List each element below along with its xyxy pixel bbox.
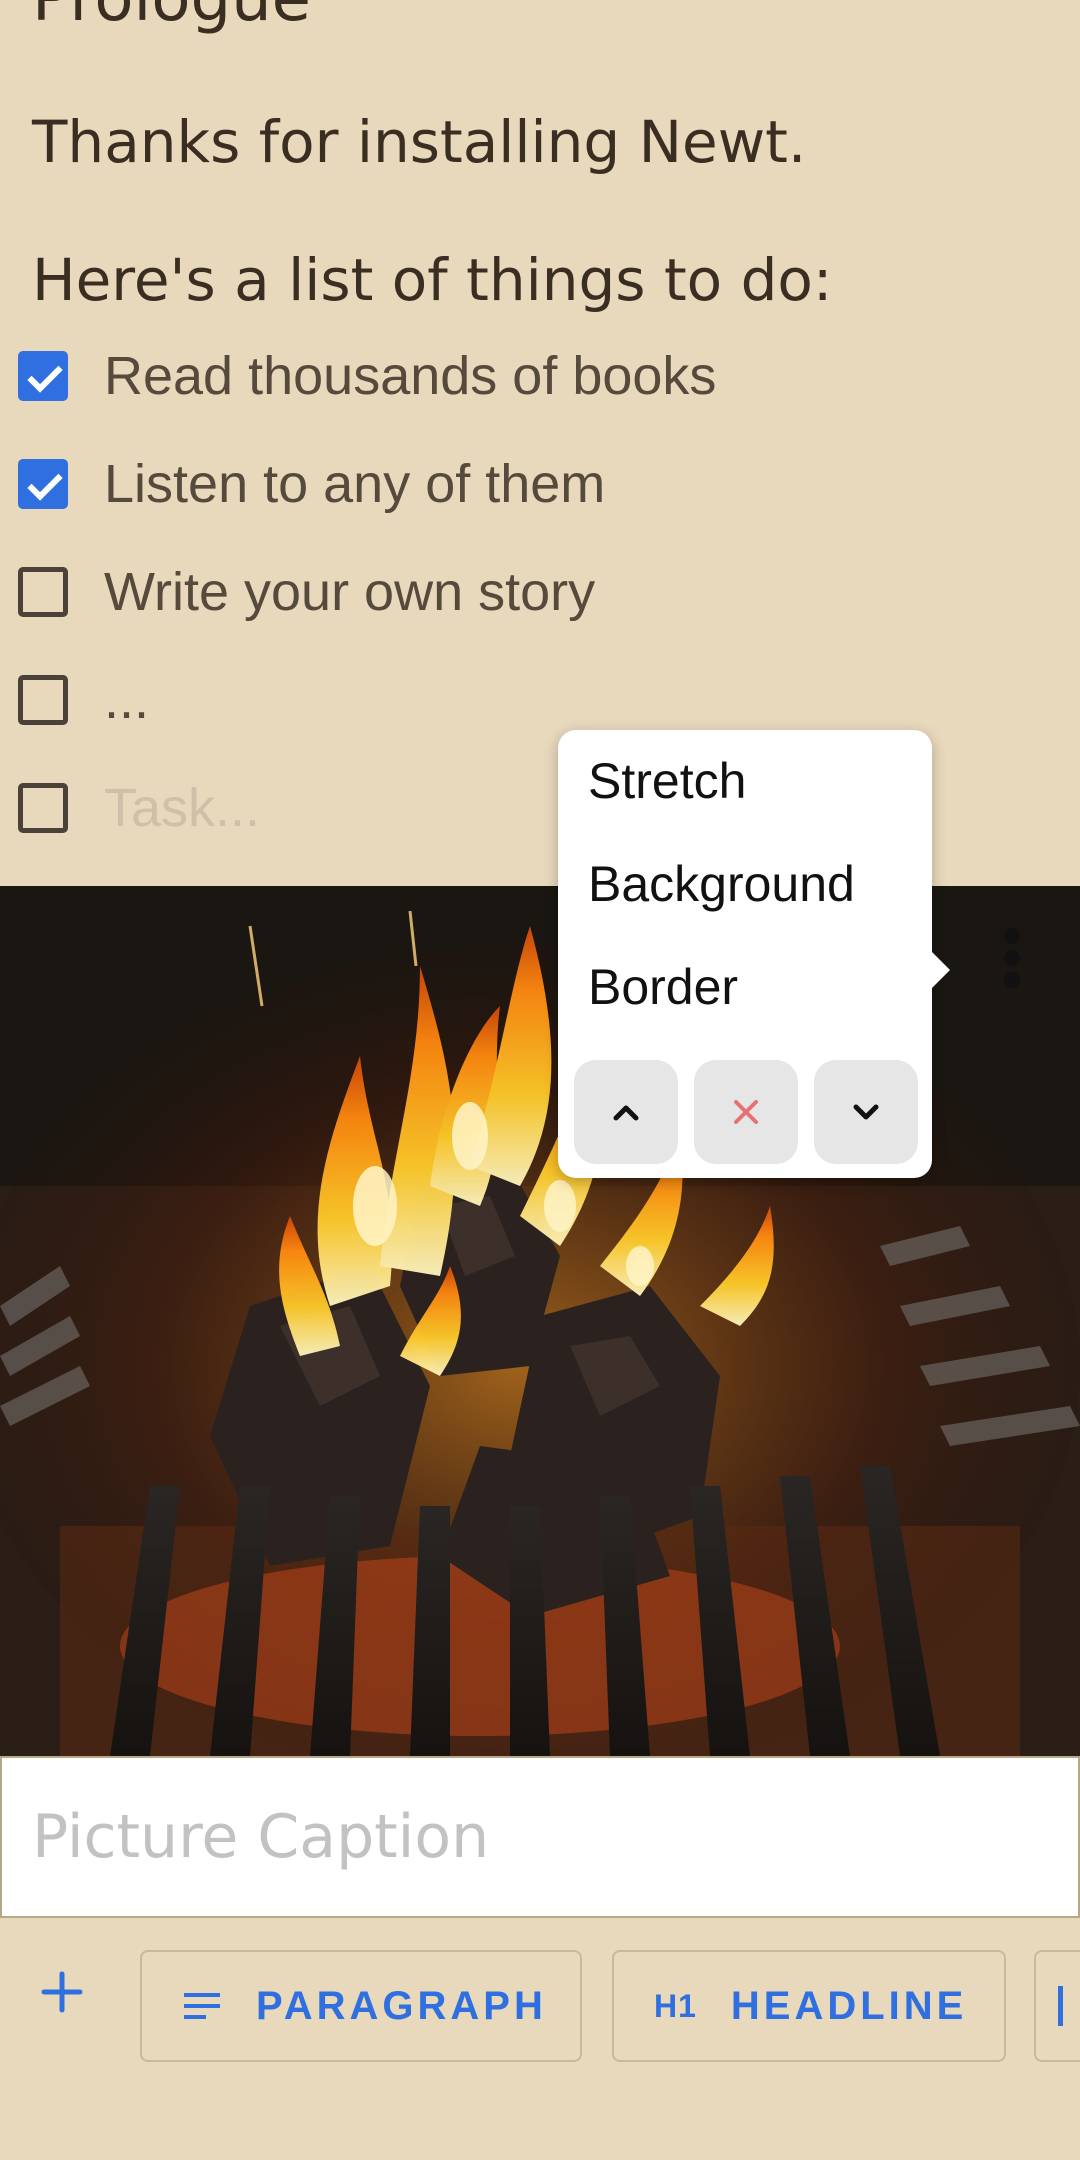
remove-button[interactable] (694, 1060, 798, 1164)
task-text[interactable]: Write your own story (104, 561, 595, 623)
image-options-menu: Stretch Background Border (558, 730, 950, 1178)
new-task-item: Task... (18, 778, 260, 838)
task-text[interactable]: Read thousands of books (104, 345, 716, 407)
next-block-icon (1058, 1986, 1063, 2026)
new-task-input[interactable]: Task... (104, 777, 260, 839)
move-up-button[interactable] (574, 1060, 678, 1164)
task-checkbox[interactable] (18, 783, 68, 833)
headline-label: HEADLINE (730, 1983, 968, 2028)
document-title[interactable]: Prologue (32, 0, 311, 36)
task-checkbox[interactable] (18, 351, 68, 401)
next-block-button[interactable] (1034, 1950, 1080, 2062)
more-options-icon[interactable] (1004, 928, 1024, 988)
move-down-button[interactable] (814, 1060, 918, 1164)
task-checkbox[interactable] (18, 675, 68, 725)
menu-item-border[interactable]: Border (588, 958, 738, 1016)
close-icon (734, 1100, 758, 1124)
task-item: Write your own story (18, 562, 595, 622)
paragraph-thanks[interactable]: Thanks for installing Newt. (32, 108, 806, 176)
task-text[interactable]: ... (104, 669, 149, 731)
picture-caption-field[interactable]: Picture Caption (0, 1756, 1080, 1918)
plus-icon (41, 1971, 83, 2013)
chevron-down-icon (853, 1104, 879, 1120)
task-item: Read thousands of books (18, 346, 716, 406)
paragraph-icon (182, 1990, 222, 2022)
paragraph-label: PARAGRAPH (256, 1983, 547, 2028)
task-text[interactable]: Listen to any of them (104, 453, 605, 515)
headline-block-button[interactable]: H1 HEADLINE (612, 1950, 1006, 2062)
task-checkbox[interactable] (18, 567, 68, 617)
paragraph-block-button[interactable]: PARAGRAPH (140, 1950, 582, 2062)
add-block-button[interactable] (40, 1970, 84, 2014)
h1-icon: H1 (654, 1987, 697, 2024)
menu-item-background[interactable]: Background (588, 855, 855, 913)
chevron-up-icon (613, 1105, 639, 1121)
task-item: Listen to any of them (18, 454, 605, 514)
task-item: ... (18, 670, 149, 730)
caption-placeholder: Picture Caption (32, 1802, 490, 1872)
paragraph-list-intro[interactable]: Here's a list of things to do: (32, 246, 832, 314)
menu-item-stretch[interactable]: Stretch (588, 752, 746, 810)
task-checkbox[interactable] (18, 459, 68, 509)
